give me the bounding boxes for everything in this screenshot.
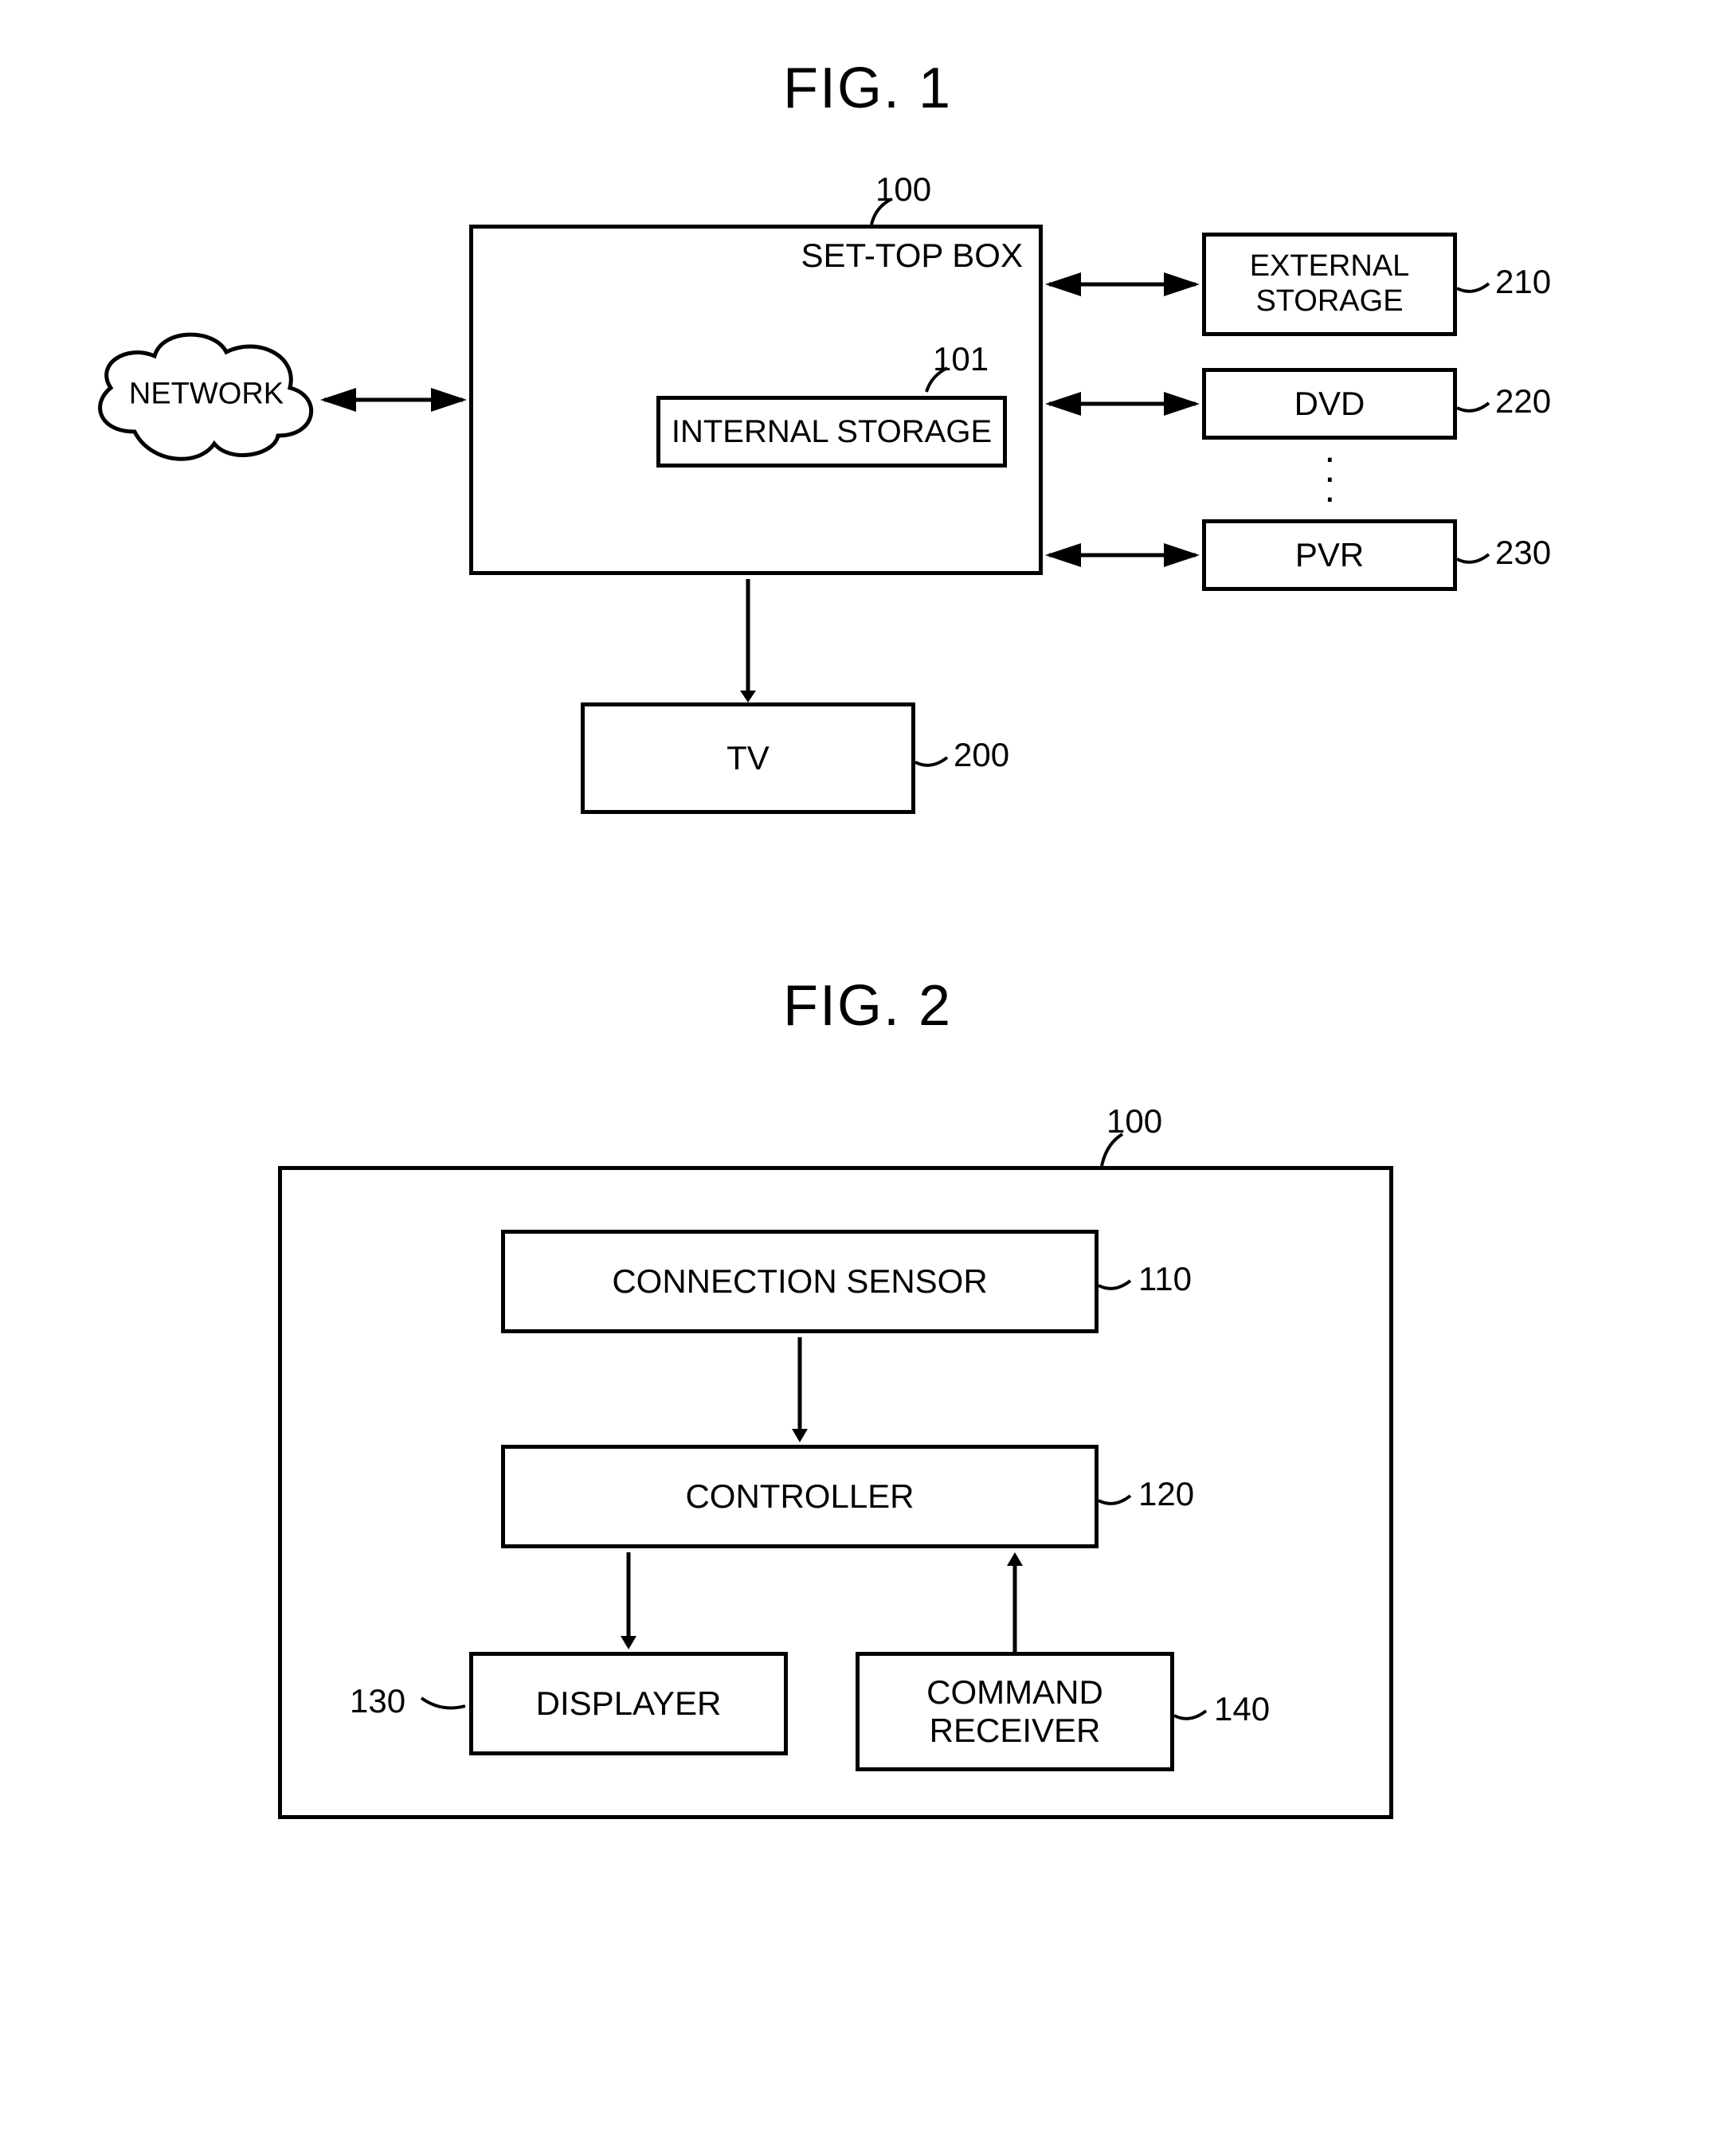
ref-140: 140 <box>1214 1690 1270 1728</box>
network-label: NETWORK <box>129 377 284 411</box>
fig2-leader-100 <box>1097 1134 1126 1172</box>
ref-220: 220 <box>1495 382 1551 421</box>
leader-210 <box>1457 272 1497 304</box>
figure-1-title: FIG. 1 <box>32 56 1703 121</box>
ref-110: 110 <box>1138 1260 1192 1298</box>
ellipsis-dots: ··· <box>1323 448 1337 507</box>
leader-230 <box>1457 543 1497 575</box>
leader-140 <box>1174 1700 1214 1731</box>
leader-120 <box>1099 1485 1138 1516</box>
ref-230: 230 <box>1495 534 1551 572</box>
ref-200: 200 <box>954 736 1009 774</box>
internal-storage-box: INTERNAL STORAGE <box>656 396 1007 468</box>
arrow-settop-dvd <box>1043 388 1202 420</box>
ref-210: 210 <box>1495 263 1551 301</box>
connection-sensor-box: CONNECTION SENSOR <box>501 1230 1099 1333</box>
leader-220 <box>1457 392 1497 424</box>
tv-label: TV <box>727 739 770 777</box>
external-storage-label: EXTERNAL STORAGE <box>1250 249 1410 319</box>
set-top-box: SET-TOP BOX INTERNAL STORAGE <box>469 225 1043 575</box>
leader-110 <box>1099 1270 1138 1301</box>
ref-130: 130 <box>350 1682 405 1720</box>
leader-130 <box>421 1690 469 1722</box>
arrow-settop-extstorage <box>1043 268 1202 300</box>
controller-box: CONTROLLER <box>501 1445 1099 1548</box>
pvr-box: PVR <box>1202 519 1457 591</box>
connection-sensor-label: CONNECTION SENSOR <box>612 1262 987 1301</box>
network-cloud: NETWORK <box>87 320 326 472</box>
figure-2-diagram: 100 CONNECTION SENSOR 110 CONTROLLER 120… <box>71 1078 1664 1891</box>
displayer-box: DISPLAYER <box>469 1652 788 1755</box>
arrow-controller-displayer <box>613 1548 644 1660</box>
dvd-label: DVD <box>1294 385 1365 423</box>
dvd-box: DVD <box>1202 368 1457 440</box>
command-receiver-label: COMMAND RECEIVER <box>926 1673 1103 1751</box>
displayer-label: DISPLAYER <box>536 1684 722 1723</box>
ref-120: 120 <box>1138 1475 1194 1513</box>
leader-200 <box>915 746 955 778</box>
figure-2-title: FIG. 2 <box>32 973 1703 1039</box>
arrow-cmdrecv-controller <box>999 1548 1031 1660</box>
arrow-settop-tv <box>732 575 764 710</box>
set-top-box-label: SET-TOP BOX <box>801 237 1023 275</box>
controller-label: CONTROLLER <box>685 1477 914 1516</box>
tv-box: TV <box>581 702 915 814</box>
internal-storage-label: INTERNAL STORAGE <box>672 413 992 450</box>
leader-100 <box>868 199 896 237</box>
leader-101 <box>922 368 950 406</box>
arrow-settop-pvr <box>1043 539 1202 571</box>
arrow-cs-controller <box>784 1333 816 1453</box>
command-receiver-box: COMMAND RECEIVER <box>856 1652 1174 1771</box>
external-storage-box: EXTERNAL STORAGE <box>1202 233 1457 336</box>
arrow-network-settop <box>318 384 477 416</box>
figure-1-diagram: NETWORK SET-TOP BOX INTERNAL STORAGE 100… <box>71 161 1664 878</box>
pvr-label: PVR <box>1295 536 1364 574</box>
